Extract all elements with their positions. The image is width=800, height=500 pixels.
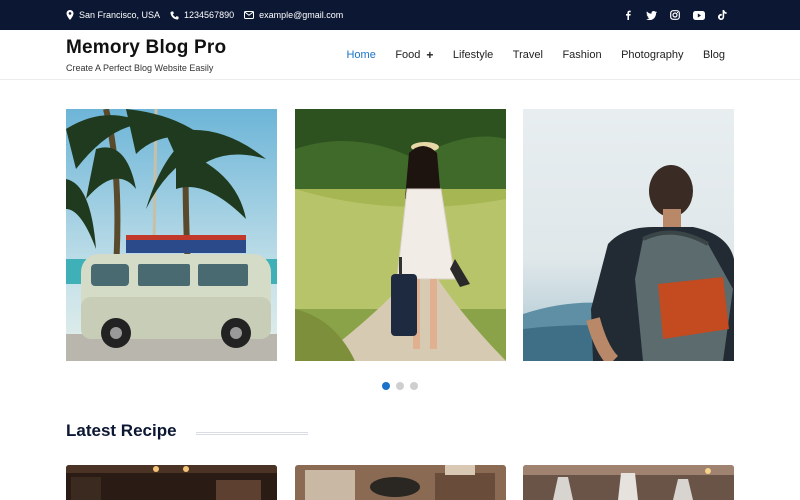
envelope-icon	[244, 11, 255, 19]
recipe-card-2[interactable]	[294, 465, 506, 500]
site-title[interactable]: Memory Blog Pro	[66, 37, 226, 59]
recipe-card-1[interactable]	[66, 465, 277, 500]
instagram-icon[interactable]	[669, 9, 681, 21]
site-branding: Memory Blog Pro Create A Perfect Blog We…	[66, 37, 226, 73]
nav-item-home[interactable]: Home	[346, 49, 375, 61]
email-contact[interactable]: example@gmail.com	[244, 10, 343, 20]
phone-icon	[170, 10, 179, 20]
nav-item-lifestyle[interactable]: Lifestyle	[453, 49, 493, 61]
facebook-icon[interactable]	[622, 9, 634, 21]
nav-item-travel[interactable]: Travel	[513, 49, 543, 61]
slider-dot-1[interactable]	[382, 382, 390, 390]
slide-woman-suitcase[interactable]	[294, 109, 506, 361]
location-text: San Francisco, USA	[79, 10, 161, 20]
nav-item-blog[interactable]: Blog	[703, 49, 725, 61]
slider-pagination	[0, 382, 800, 390]
location-pin-icon	[66, 10, 74, 20]
phone-text: 1234567890	[184, 10, 235, 20]
twitter-icon[interactable]	[646, 9, 658, 21]
social-links	[611, 0, 729, 30]
recipe-card-3[interactable]	[523, 465, 734, 500]
contact-info: San Francisco, USA 1234567890 example@gm…	[66, 0, 353, 30]
featured-slider	[66, 109, 734, 361]
slider-dot-3[interactable]	[410, 382, 418, 390]
email-text: example@gmail.com	[259, 10, 344, 20]
top-bar: San Francisco, USA 1234567890 example@gm…	[0, 0, 800, 30]
slide-hiker[interactable]	[523, 109, 734, 361]
slider-dot-2[interactable]	[396, 382, 404, 390]
nav-item-fashion[interactable]: Fashion	[562, 49, 601, 61]
location-contact: San Francisco, USA	[66, 10, 160, 20]
youtube-icon[interactable]	[692, 9, 705, 21]
main-nav: Home Food + Lifestyle Travel Fashion Pho…	[327, 30, 725, 80]
section-title-latest-recipe: Latest Recipe	[66, 421, 177, 440]
recipe-cards	[66, 465, 734, 500]
plus-icon[interactable]: +	[426, 48, 433, 62]
site-header: Memory Blog Pro Create A Perfect Blog We…	[0, 30, 800, 80]
section-divider	[196, 432, 308, 435]
tiktok-icon[interactable]	[716, 9, 728, 21]
nav-item-food-label: Food	[395, 49, 421, 61]
phone-contact[interactable]: 1234567890	[170, 10, 234, 20]
nav-item-photography[interactable]: Photography	[621, 49, 683, 61]
nav-item-food[interactable]: Food +	[395, 48, 433, 62]
slide-van-palms[interactable]	[66, 109, 277, 361]
site-tagline: Create A Perfect Blog Website Easily	[66, 63, 214, 73]
